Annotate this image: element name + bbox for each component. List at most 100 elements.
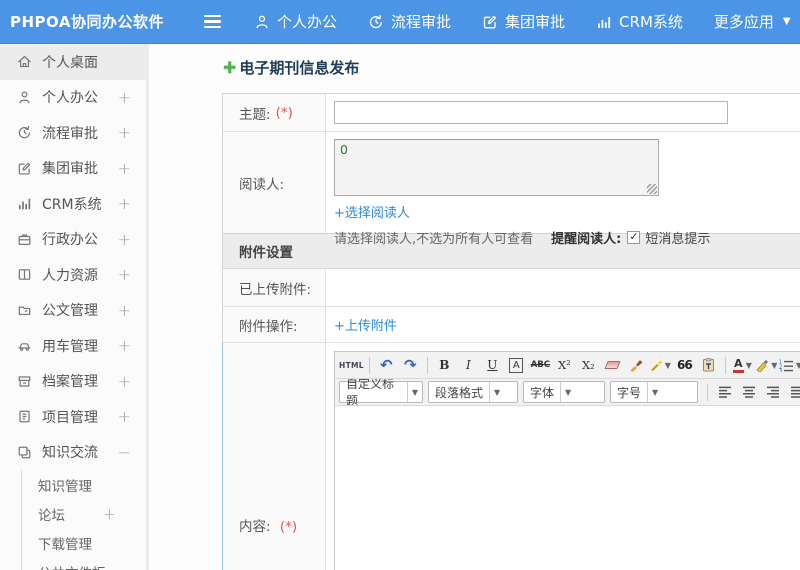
subscript-button[interactable]: X₂ bbox=[577, 354, 600, 376]
html-source-button[interactable]: HTML bbox=[339, 354, 364, 376]
sidebar-item-hr[interactable]: 人力资源 + bbox=[0, 257, 146, 293]
sidebar-item-project-mgmt[interactable]: 项目管理 + bbox=[0, 399, 146, 435]
caret-down-icon: ▼ bbox=[782, 16, 791, 27]
strikethrough-button[interactable]: ABC bbox=[529, 354, 552, 376]
sidebar-item-admin-office[interactable]: 行政办公 + bbox=[0, 222, 146, 258]
align-center-icon[interactable] bbox=[737, 381, 760, 403]
align-right-icon[interactable] bbox=[761, 381, 784, 403]
paste-icon[interactable] bbox=[697, 354, 720, 376]
sidebar-item-archive-mgmt[interactable]: 档案管理 + bbox=[0, 364, 146, 400]
nav-more-apps[interactable]: 更多应用 ▼ bbox=[714, 11, 791, 32]
nav-personal-office[interactable]: 个人办公 bbox=[254, 11, 337, 32]
custom-heading-select[interactable]: 自定义标题 ▼ bbox=[339, 379, 423, 405]
readers-value: 0 bbox=[340, 142, 348, 157]
font-family-select[interactable]: 字体 ▼ bbox=[523, 381, 605, 403]
sidebar-item-vehicle-mgmt[interactable]: 用车管理 + bbox=[0, 328, 146, 364]
sidebar-item-crm[interactable]: CRM系统 + bbox=[0, 186, 146, 222]
blockquote-button[interactable]: 66 bbox=[673, 354, 696, 376]
editor-toolbar-row2: 自定义标题 ▼ 段落格式 ▼ 字体 ▼ 字号 ▼ bbox=[335, 379, 800, 406]
subject-label: 主题: bbox=[239, 106, 271, 123]
expand-plus-icon: + bbox=[117, 336, 131, 356]
required-mark: (*) bbox=[275, 104, 293, 121]
expand-plus-icon: + bbox=[117, 407, 131, 427]
ordered-list-icon[interactable]: 123 ▼ bbox=[779, 354, 800, 376]
history-icon bbox=[17, 125, 32, 140]
nav-crm[interactable]: CRM系统 bbox=[596, 11, 683, 32]
font-box-button[interactable]: A bbox=[505, 354, 528, 376]
attachment-action-label: 附件操作: bbox=[239, 318, 298, 335]
sidebar: 个人桌面 个人办公 + 流程审批 + 集团审批 + CRM系统 + 行政办公 +… bbox=[0, 44, 149, 570]
svg-text:3: 3 bbox=[779, 368, 782, 371]
sidebar-subitem-download-mgmt[interactable]: 下载管理 bbox=[22, 528, 146, 557]
expand-plus-icon: + bbox=[117, 265, 131, 285]
sidebar-subitem-public-cabinet[interactable]: 公共文件柜 bbox=[22, 557, 146, 570]
sidebar-item-workflow-approval[interactable]: 流程审批 + bbox=[0, 115, 146, 151]
uploaded-attachments-row: 已上传附件: bbox=[223, 269, 800, 306]
edit-icon bbox=[17, 161, 32, 176]
sidebar-item-document-mgmt[interactable]: 公文管理 + bbox=[0, 293, 146, 329]
font-size-select[interactable]: 字号 ▼ bbox=[610, 381, 698, 403]
align-left-icon[interactable] bbox=[713, 381, 736, 403]
caret-down-icon: ▼ bbox=[406, 382, 422, 402]
expand-plus-icon: + bbox=[103, 504, 116, 523]
readers-row: 阅读人: 0 +选择阅读人 请选择阅读人,不选为所有人可查看 提醒阅读人: 短消… bbox=[223, 131, 800, 247]
menu-toggle-icon[interactable] bbox=[204, 14, 234, 29]
underline-button[interactable]: U bbox=[481, 354, 504, 376]
sidebar-item-group-approval[interactable]: 集团审批 + bbox=[0, 151, 146, 187]
subject-input[interactable] bbox=[334, 101, 728, 124]
chat-icon bbox=[17, 445, 32, 460]
caret-down-icon: ▼ bbox=[489, 382, 504, 402]
attachment-action-row: 附件操作: +上传附件 bbox=[223, 306, 800, 342]
align-justify-icon[interactable] bbox=[785, 381, 800, 403]
expand-plus-icon: + bbox=[117, 371, 131, 391]
eraser-icon[interactable] bbox=[601, 354, 624, 376]
caret-down-icon: ▼ bbox=[796, 361, 800, 370]
expand-plus-icon: + bbox=[117, 158, 131, 178]
uploaded-attachments-label: 已上传附件: bbox=[239, 281, 312, 298]
sidebar-item-personal-office[interactable]: 个人办公 + bbox=[0, 80, 146, 116]
project-icon bbox=[17, 409, 32, 424]
redo-icon[interactable]: ↷ bbox=[399, 354, 422, 376]
page-title: ✚ 电子期刊信息发布 bbox=[223, 57, 360, 77]
app-logo: PHPOA协同办公软件 bbox=[10, 13, 164, 31]
readers-hint-text: 请选择阅读人,不选为所有人可查看 bbox=[334, 232, 534, 247]
paragraph-format-select[interactable]: 段落格式 ▼ bbox=[428, 381, 518, 403]
required-mark: (*) bbox=[279, 519, 298, 535]
edit-icon bbox=[482, 14, 498, 30]
knowledge-submenu: 知识管理 论坛 + 下载管理 公共文件柜 bbox=[21, 470, 146, 570]
sidebar-subitem-forum[interactable]: 论坛 + bbox=[22, 499, 146, 528]
nav-group-approval[interactable]: 集团审批 bbox=[482, 11, 565, 32]
magic-wand-icon[interactable]: ▼ bbox=[649, 354, 672, 376]
highlight-icon[interactable]: ▼ bbox=[755, 354, 778, 376]
select-readers-link[interactable]: +选择阅读人 bbox=[334, 202, 410, 221]
user-icon bbox=[254, 14, 270, 30]
main-content: ✚ 电子期刊信息发布 主题: (*) 阅读人: 0 +选择阅读人 请选择阅读人,… bbox=[152, 44, 800, 570]
resize-grip-icon[interactable] bbox=[647, 184, 657, 194]
bold-button[interactable]: B bbox=[433, 354, 456, 376]
font-color-icon[interactable]: A ▼ bbox=[731, 354, 754, 376]
caret-down-icon: ▼ bbox=[745, 360, 752, 370]
nav-workflow-approval[interactable]: 流程审批 bbox=[368, 11, 451, 32]
superscript-button[interactable]: X² bbox=[553, 354, 576, 376]
sidebar-subitem-knowledge-mgmt[interactable]: 知识管理 bbox=[22, 470, 146, 499]
undo-icon[interactable]: ↶ bbox=[375, 354, 398, 376]
italic-button[interactable]: I bbox=[457, 354, 480, 376]
editor-canvas[interactable] bbox=[335, 406, 800, 570]
car-icon bbox=[17, 338, 32, 353]
sidebar-item-knowledge-exchange[interactable]: 知识交流 − bbox=[0, 435, 146, 471]
format-brush-icon[interactable] bbox=[625, 354, 648, 376]
readers-textarea[interactable]: 0 bbox=[334, 139, 659, 196]
sms-checkbox[interactable] bbox=[627, 230, 641, 244]
add-plus-icon: ✚ bbox=[223, 57, 237, 77]
publish-form: 主题: (*) 阅读人: 0 +选择阅读人 请选择阅读人,不选为所有人可查看 提… bbox=[222, 93, 800, 570]
caret-down-icon: ▼ bbox=[771, 360, 778, 370]
sidebar-item-personal-desktop[interactable]: 个人桌面 bbox=[0, 44, 146, 80]
home-icon bbox=[17, 54, 32, 69]
uploaded-attachments-value bbox=[326, 269, 800, 306]
upload-attachment-link[interactable]: +上传附件 bbox=[334, 315, 397, 334]
caret-down-icon: ▼ bbox=[647, 382, 662, 402]
expand-plus-icon: + bbox=[117, 123, 131, 143]
rich-text-editor: HTML ↶ ↷ B I U A ABC X² X₂ ▼ 66 A ▼ ▼ 1 … bbox=[334, 351, 800, 570]
expand-plus-icon: + bbox=[117, 300, 131, 320]
expand-plus-icon: + bbox=[117, 87, 131, 107]
